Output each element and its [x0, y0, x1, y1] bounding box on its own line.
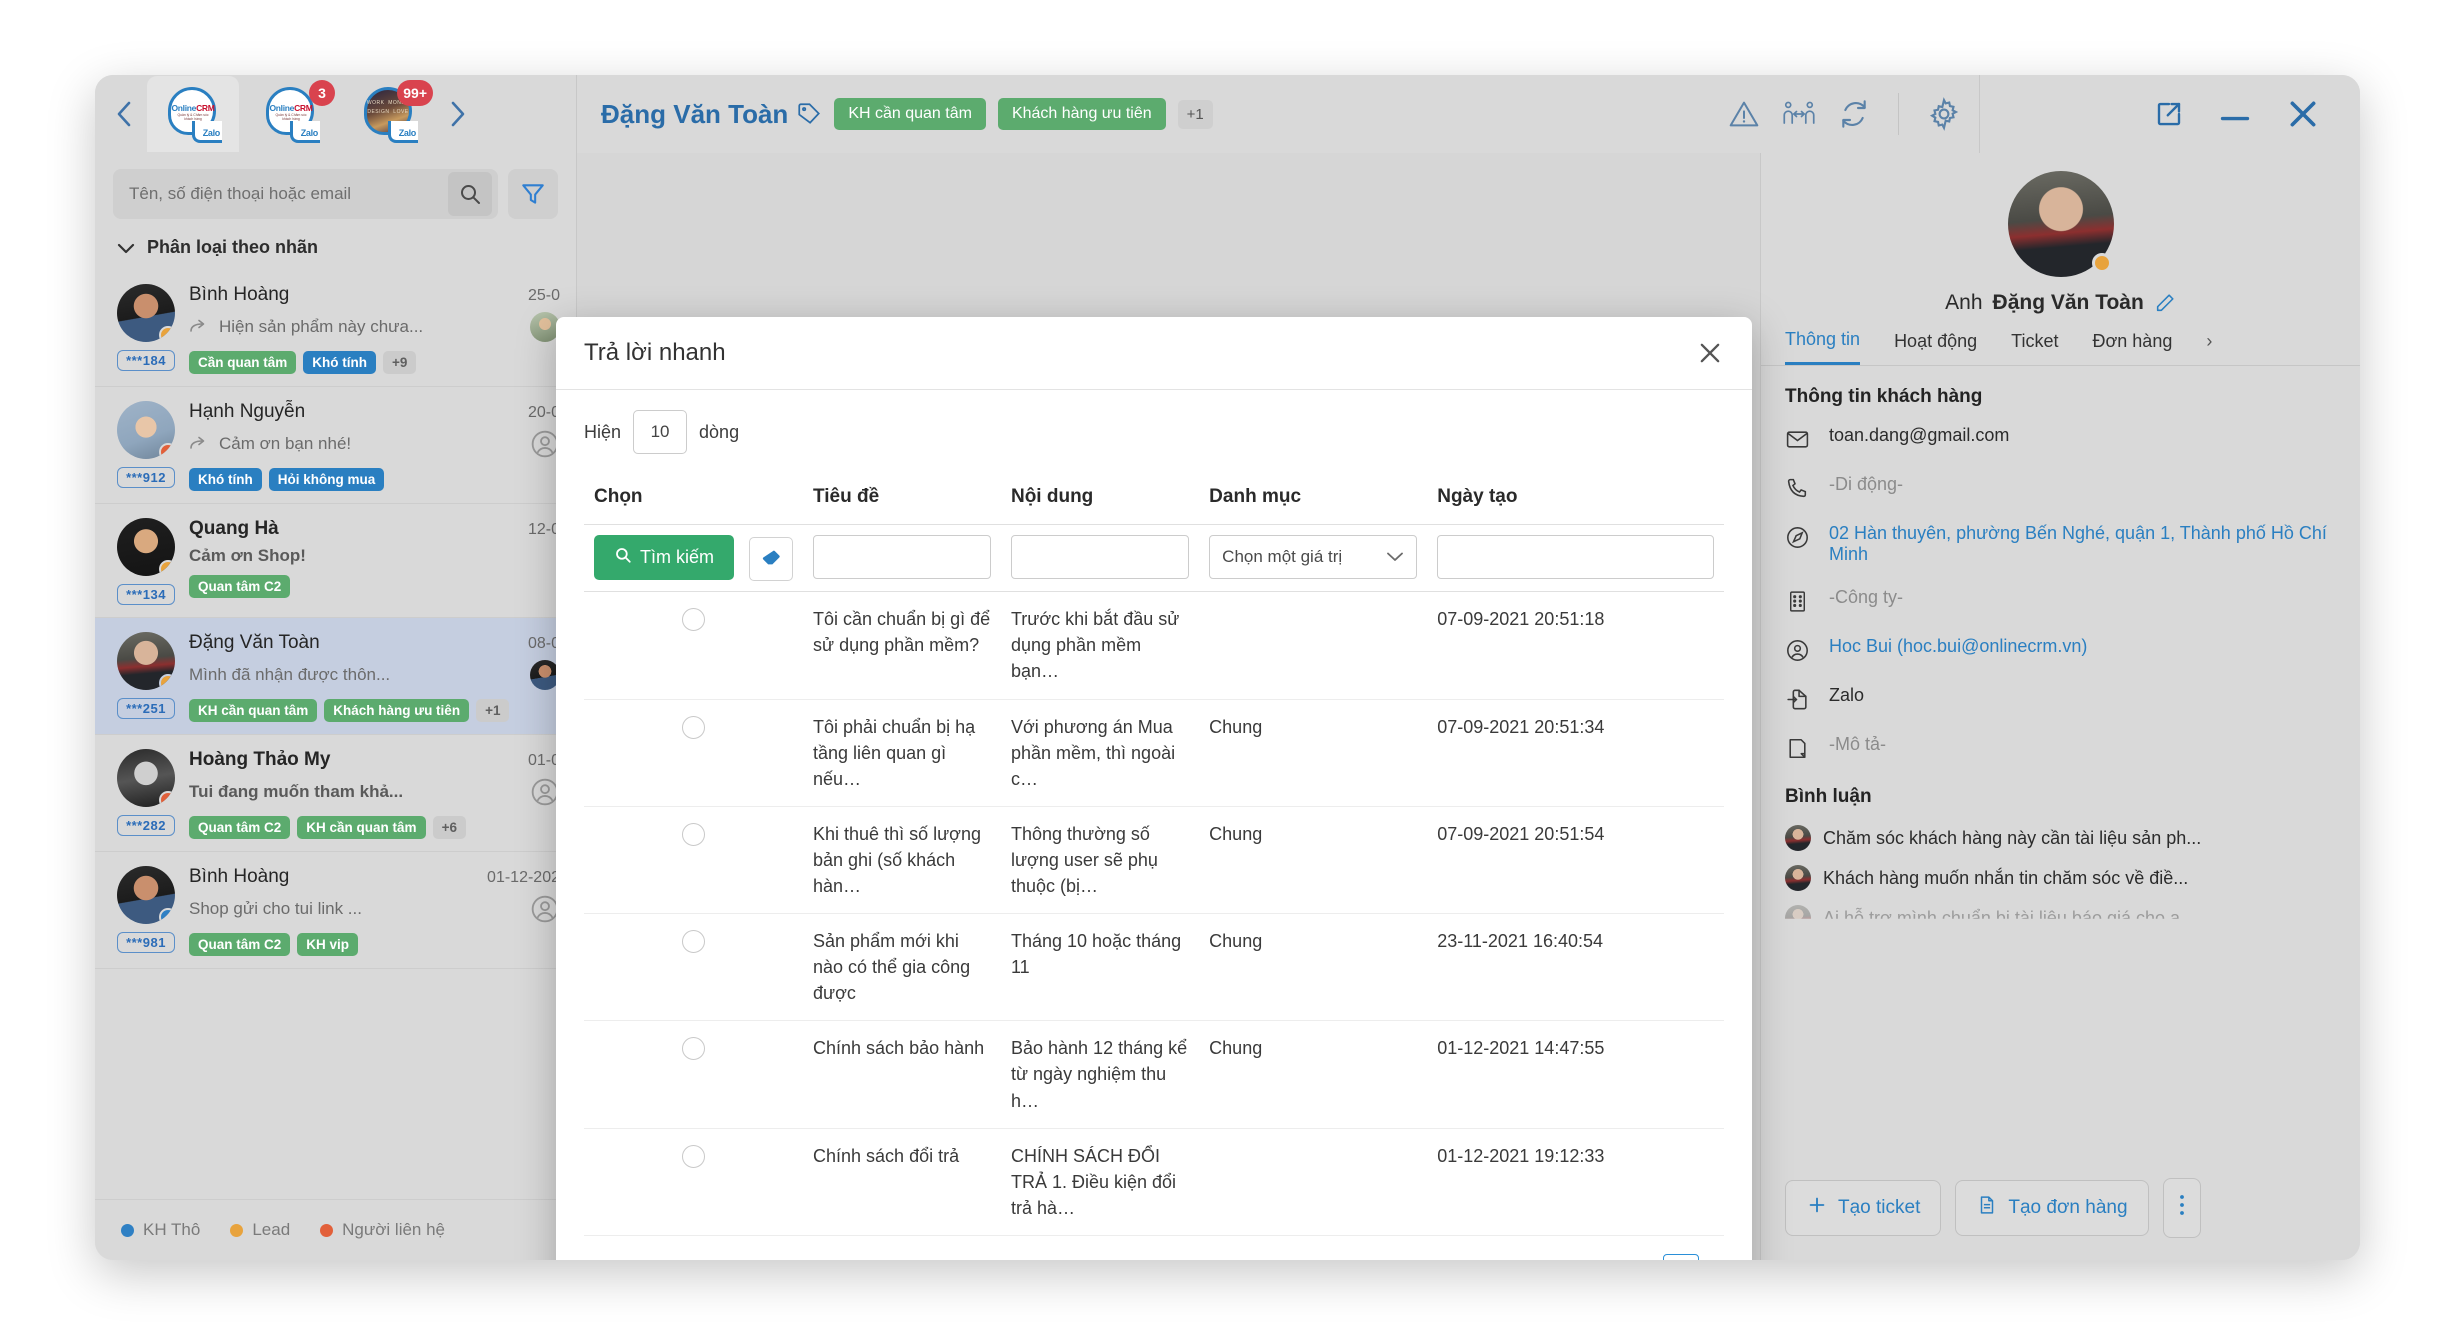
- modal-header: Trả lời nhanh: [556, 317, 1752, 390]
- table-head: Chọn Tiêu đề Nội dung Danh mục Ngày tạo: [584, 470, 1724, 525]
- modal-body: Hiện 10 dòng Chọn Tiêu đề Nội dung Danh …: [556, 390, 1752, 1236]
- row-created: 07-09-2021 20:51:54: [1427, 806, 1724, 915]
- filter-category-cell: Chọn một giá trị: [1199, 524, 1428, 593]
- row-category: Chung: [1199, 1020, 1428, 1129]
- row-category: [1199, 591, 1428, 700]
- row-radio[interactable]: [682, 930, 705, 954]
- table-row[interactable]: Khi thuê thì số lượng bản ghi (số khách …: [584, 806, 1724, 915]
- row-radio[interactable]: [682, 1037, 705, 1061]
- row-content: Trước khi bắt đầu sử dụng phần mềm bạn…: [1000, 591, 1200, 700]
- row-title: Chính sách đổi trả: [803, 1128, 1001, 1236]
- filter-date-cell: [1427, 524, 1724, 593]
- filter-title-cell: [803, 524, 1001, 593]
- row-title: Chính sách bảo hành: [803, 1020, 1001, 1129]
- row-created: 01-12-2021 14:47:55: [1427, 1020, 1724, 1129]
- filter-content-cell: [1000, 524, 1200, 593]
- filter-content-input[interactable]: [1010, 535, 1190, 579]
- eraser-icon[interactable]: [749, 537, 794, 582]
- row-select-cell: [584, 1020, 804, 1129]
- row-category: Chung: [1199, 913, 1428, 1022]
- app-window: OnlineCRM Quản lý & Chăm sóc khách hàng …: [95, 75, 2360, 1260]
- tab-badge-count: 3: [309, 80, 335, 106]
- column-header-noi-dung: Nội dung: [1000, 470, 1200, 525]
- table-body: Tìm kiếm Chọn một giá trị Tôi cần chuẩn …: [584, 524, 1724, 1236]
- pagination-next[interactable]: »: [1713, 1258, 1724, 1260]
- close-icon[interactable]: [1696, 339, 1724, 367]
- modal-title: Trả lời nhanh: [584, 339, 726, 366]
- quick-reply-modal: Trả lời nhanh Hiện 10 dòng Chọn Tiêu đề …: [556, 317, 1752, 1260]
- row-category: [1199, 1128, 1428, 1236]
- row-category: Chung: [1199, 806, 1428, 915]
- table-row[interactable]: Chính sách đổi trả CHÍNH SÁCH ĐỔI TRẢ 1.…: [584, 1128, 1724, 1236]
- rows-suffix-label: dòng: [699, 421, 740, 442]
- row-radio[interactable]: [682, 608, 705, 632]
- search-button-label: Tìm kiếm: [640, 547, 714, 567]
- row-radio[interactable]: [682, 1144, 705, 1168]
- table-row[interactable]: Tôi cần chuẩn bị gì để sử dụng phần mềm?…: [584, 591, 1724, 700]
- row-select-cell: [584, 806, 804, 915]
- search-icon: [614, 546, 632, 569]
- table-row[interactable]: Chính sách bảo hành Bảo hành 12 tháng kể…: [584, 1020, 1724, 1129]
- row-category: Chung: [1199, 699, 1428, 807]
- row-created: 01-12-2021 19:12:33: [1427, 1128, 1724, 1236]
- quick-reply-table: Chọn Tiêu đề Nội dung Danh mục Ngày tạo: [584, 470, 1724, 1236]
- pagination-info: Hiển thị từ dòng 1 đến 6 trong tổng số 6…: [584, 1259, 927, 1260]
- row-content: Bảo hành 12 tháng kể từ ngày nghiệm thu …: [1000, 1020, 1200, 1129]
- row-title: Tôi phải chuẩn bị hạ tầng liên quan gì n…: [803, 699, 1001, 807]
- row-created: 23-11-2021 16:40:54: [1427, 913, 1724, 1022]
- row-select-cell: [584, 699, 804, 807]
- table-header-row: Chọn Tiêu đề Nội dung Danh mục Ngày tạo: [584, 470, 1724, 525]
- filter-category-value: Chọn một giá trị: [1222, 546, 1343, 566]
- filter-category-select[interactable]: Chọn một giá trị: [1209, 535, 1418, 579]
- column-header-danh-muc: Danh mục: [1199, 470, 1428, 525]
- row-select-cell: [584, 1128, 804, 1236]
- row-title: Sản phẩm mới khi nào có thể gia công đượ…: [803, 913, 1001, 1022]
- tab-badge-count: 99+: [397, 80, 433, 106]
- filter-actions-cell: Tìm kiếm: [584, 524, 804, 593]
- row-title: Khi thuê thì số lượng bản ghi (số khách …: [803, 806, 1001, 915]
- row-content: Với phương án Mua phần mềm, thì ngoài c…: [1000, 699, 1200, 807]
- chevron-down-icon: [1386, 545, 1404, 570]
- row-select-cell: [584, 913, 804, 1022]
- pagination-prev[interactable]: «: [1638, 1258, 1649, 1260]
- row-created: 07-09-2021 20:51:34: [1427, 699, 1724, 807]
- row-created: 07-09-2021 20:51:18: [1427, 591, 1724, 700]
- row-select-cell: [584, 591, 804, 700]
- table-row[interactable]: Sản phẩm mới khi nào có thể gia công đượ…: [584, 913, 1724, 1022]
- rows-prefix-label: Hiện: [584, 421, 622, 442]
- row-title: Tôi cần chuẩn bị gì để sử dụng phần mềm?: [803, 591, 1001, 700]
- modal-footer-info: Hiển thị từ dòng 1 đến 6 trong tổng số 6…: [556, 1236, 1752, 1260]
- row-content: Thông thường số lượng user sẽ phụ thuộc …: [1000, 806, 1200, 915]
- table-row[interactable]: Tôi phải chuẩn bị hạ tầng liên quan gì n…: [584, 699, 1724, 807]
- pagination-page-1[interactable]: 1: [1662, 1253, 1700, 1260]
- column-header-ngay-tao: Ngày tạo: [1427, 470, 1724, 525]
- row-content: Tháng 10 hoặc tháng 11: [1000, 913, 1200, 1022]
- pagination: « 1 »: [1638, 1253, 1724, 1260]
- table-filter-row: Tìm kiếm Chọn một giá trị: [584, 524, 1724, 593]
- column-header-tieu-de: Tiêu đề: [803, 470, 1001, 525]
- filter-title-input[interactable]: [813, 535, 991, 579]
- search-button[interactable]: Tìm kiếm: [594, 535, 734, 580]
- rows-per-page-row: Hiện 10 dòng: [584, 410, 1724, 454]
- row-radio[interactable]: [682, 715, 705, 739]
- row-radio[interactable]: [682, 822, 705, 846]
- column-header-chon: Chọn: [584, 470, 804, 525]
- row-content: CHÍNH SÁCH ĐỔI TRẢ 1. Điều kiện đổi trả …: [1000, 1128, 1200, 1236]
- filter-date-input[interactable]: [1437, 535, 1714, 579]
- rows-per-page-input[interactable]: 10: [633, 410, 688, 454]
